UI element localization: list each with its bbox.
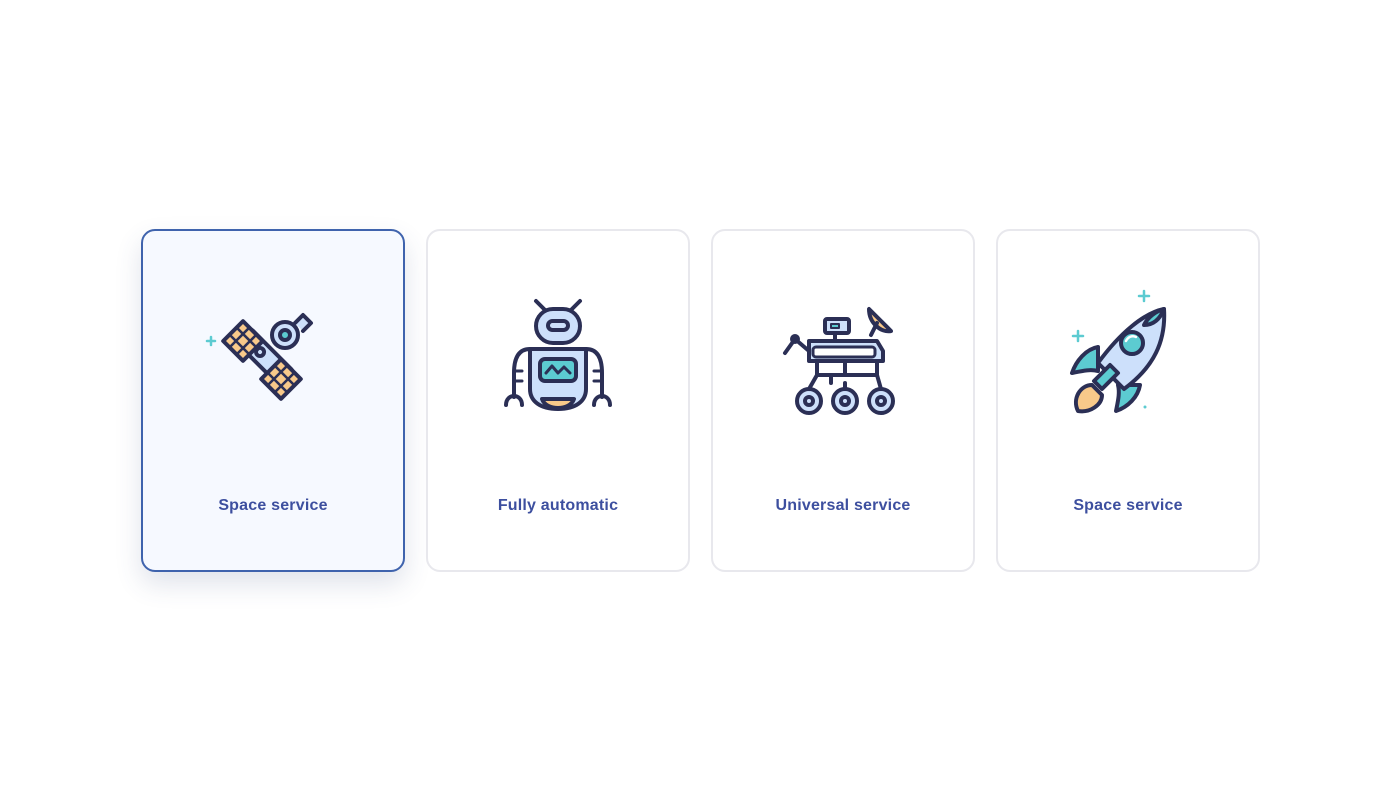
card-label: Space service	[218, 497, 328, 514]
service-card-universal-service[interactable]: Universal service	[711, 229, 975, 572]
service-card-fully-automatic[interactable]: Fully automatic	[426, 229, 690, 572]
service-card-list: Space service Fully automatic Universal …	[141, 229, 1260, 572]
robot-icon	[488, 289, 628, 429]
card-label: Universal service	[775, 497, 911, 514]
service-card-space-service-rocket[interactable]: Space service	[996, 229, 1260, 572]
satellite-icon	[203, 289, 343, 429]
card-label: Space service	[1073, 497, 1183, 514]
rover-icon	[773, 289, 913, 429]
page: Space service Fully automatic Universal …	[0, 0, 1400, 800]
card-label: Fully automatic	[497, 497, 619, 514]
rocket-icon	[1058, 289, 1198, 429]
service-card-space-service[interactable]: Space service	[141, 229, 405, 572]
